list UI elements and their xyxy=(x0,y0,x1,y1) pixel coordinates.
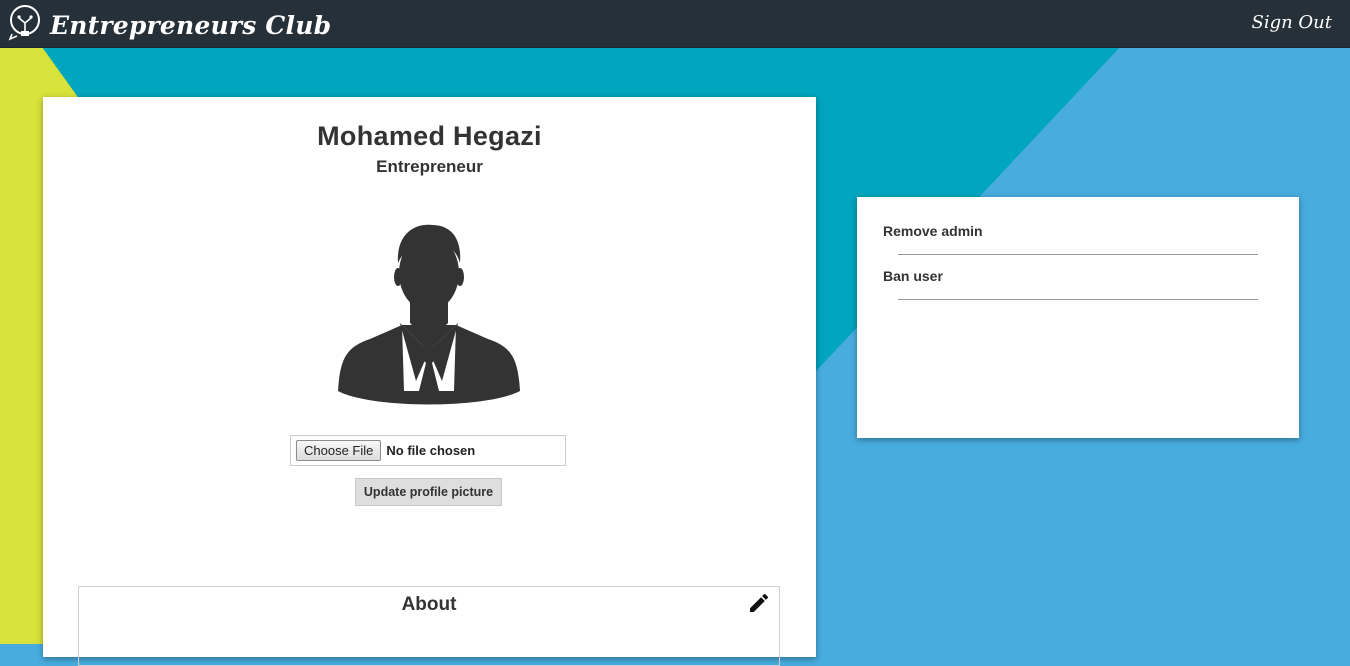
about-title: About xyxy=(401,594,457,615)
profile-role: Entrepreneur xyxy=(376,157,483,176)
profile-picture-file-input: Choose File No file chosen xyxy=(290,435,566,466)
admin-actions-card: Remove admin Ban user xyxy=(857,197,1299,438)
lightbulb-icon xyxy=(8,4,42,47)
brand[interactable]: Entrepreneurs Club xyxy=(8,4,331,47)
sign-out-link[interactable]: Sign Out xyxy=(1251,12,1332,33)
file-status-text: No file chosen xyxy=(386,443,476,458)
choose-file-button[interactable]: Choose File xyxy=(296,440,382,461)
divider xyxy=(898,254,1258,255)
profile-name: Mohamed Hegazi xyxy=(317,121,542,151)
remove-admin-link[interactable]: Remove admin xyxy=(883,223,983,239)
update-profile-picture-button[interactable]: Update profile picture xyxy=(355,478,502,506)
divider xyxy=(898,299,1258,300)
ban-user-link[interactable]: Ban user xyxy=(883,268,943,284)
pencil-icon[interactable] xyxy=(747,591,771,615)
about-section: About xyxy=(78,586,780,666)
brand-title: Entrepreneurs Club xyxy=(50,11,332,40)
profile-card: Mohamed Hegazi Entrepreneur Choose File … xyxy=(43,97,816,666)
user-silhouette-icon xyxy=(338,224,520,405)
top-navbar: Entrepreneurs Club Sign Out xyxy=(0,0,1350,48)
